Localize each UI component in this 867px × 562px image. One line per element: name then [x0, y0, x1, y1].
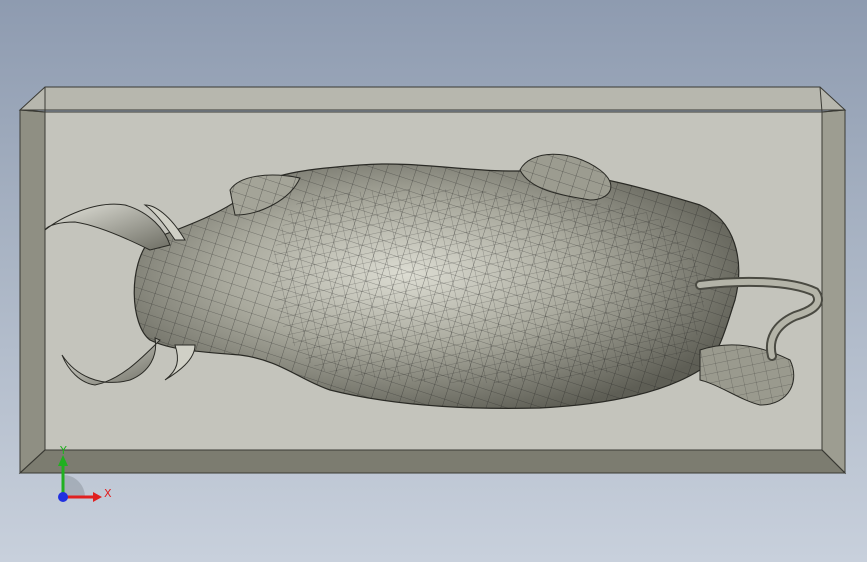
graphics-viewport[interactable]: Y X — [0, 0, 867, 562]
y-axis-label: Y — [59, 444, 67, 457]
plate-bevel-left — [19, 109, 46, 475]
plate-bevel-top — [18, 86, 847, 111]
z-axis-dot — [58, 492, 68, 502]
plate-bevel-bottom — [18, 449, 847, 474]
x-axis-arrow — [93, 492, 102, 502]
model-canvas[interactable]: Y X — [0, 0, 867, 562]
x-axis-label: X — [104, 487, 112, 500]
plate-bevel-right — [821, 109, 846, 475]
